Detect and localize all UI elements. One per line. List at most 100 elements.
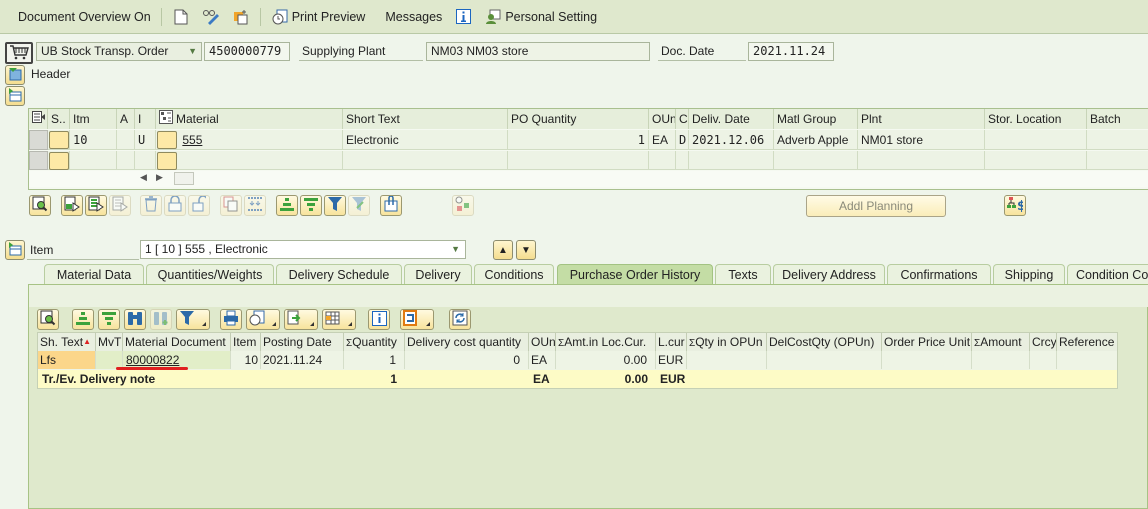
supplying-plant-field[interactable]: NM03 NM03 store [426,42,650,61]
col-header-itm[interactable]: Itm [70,109,117,129]
c-cell[interactable] [676,151,689,170]
info-button[interactable] [448,6,478,28]
sh-text-cell[interactable]: Lfs [38,351,96,369]
itm-cell[interactable] [70,151,117,170]
tab-texts[interactable]: Texts [715,264,771,284]
col-header-quantity[interactable]: ΣQuantity [344,333,405,351]
matl-group-cell[interactable]: Adverb Apple [774,130,858,150]
tab-confirmations[interactable]: Confirmations [887,264,991,284]
account-assignment-button[interactable] [452,195,474,216]
a-cell[interactable] [117,151,135,170]
col-header-stor-location[interactable]: Stor. Location [985,109,1087,129]
history-sort-ascending-button[interactable] [72,309,94,330]
col-header-short-text[interactable]: Short Text [343,109,508,129]
delcostqty-opun-cell[interactable] [767,351,882,369]
cost-hierarchy-button[interactable]: $ [1004,195,1026,216]
oun-cell[interactable]: EA [649,130,676,150]
item-detail-collapse-button[interactable] [5,240,25,260]
history-print-button[interactable] [220,309,242,330]
col-header-po-quantity[interactable]: PO Quantity [508,109,649,129]
status-button[interactable] [49,131,69,149]
history-sort-descending-button[interactable] [98,309,120,330]
deliv-date-cell[interactable] [689,151,774,170]
delivery-cost-quantity-cell[interactable]: 0 [405,351,529,369]
col-header-l-cur[interactable]: L.cur [656,333,687,351]
deliv-date-cell[interactable]: 2021.12.06 [689,130,774,150]
history-info-button[interactable] [368,309,390,330]
col-header-crcy[interactable]: Crcy [1030,333,1057,351]
material-detail-button[interactable] [157,131,177,149]
table-row[interactable]: 10 U 555 Electronic 1 EA D 2021.12.06 Ad… [29,130,1148,150]
tab-shipping[interactable]: Shipping [993,264,1065,284]
material-document-link[interactable]: 80000822 [126,353,179,367]
qty-opun-cell[interactable] [687,351,767,369]
order-price-unit-cell[interactable] [882,351,972,369]
horizontal-scrollbar[interactable]: ◀ ▶ [29,171,1148,187]
document-type-button[interactable] [5,42,33,64]
posting-date-cell[interactable]: 2021.11.24 [261,351,344,369]
history-export-menu[interactable] [284,309,318,330]
col-header-matl-group[interactable]: Matl Group [774,109,858,129]
column-config-icon[interactable] [29,109,48,129]
sort-ascending-button[interactable] [276,195,298,216]
history-views-menu[interactable] [246,309,280,330]
i-cell[interactable]: U [135,130,156,150]
copy-button[interactable] [220,195,242,216]
sort-descending-button[interactable] [300,195,322,216]
scroll-left-icon[interactable]: ◀ [140,172,147,183]
history-grouping-menu[interactable] [400,309,434,330]
print-preview-button[interactable]: Print Preview [265,6,372,28]
tab-delivery[interactable]: Delivery [404,264,472,284]
po-number-field[interactable]: 4500000779 [204,42,290,61]
matl-group-cell[interactable] [774,151,858,170]
amt-loc-cur-cell[interactable]: 0.00 [556,351,656,369]
col-header-posting-date[interactable]: Posting Date [261,333,344,351]
col-header-amt-loc-cur[interactable]: ΣAmt.in Loc.Cur. [556,333,656,351]
i-cell[interactable] [135,151,156,170]
history-details-button[interactable] [37,309,59,330]
tab-material-data[interactable]: Material Data [44,264,144,284]
col-header-i[interactable]: I [135,109,156,129]
col-header-qty-opun[interactable]: ΣQty in OPUn [687,333,767,351]
oun-cell[interactable]: EA [529,351,556,369]
plnt-cell[interactable] [858,151,985,170]
details-button[interactable] [29,195,51,216]
col-header-sh-text[interactable]: Sh. Text▲ [38,333,96,351]
col-header-delcostqty-opun[interactable]: DelCostQty (OPUn) [767,333,882,351]
attachment-button[interactable] [380,195,402,216]
col-header-item[interactable]: Item [231,333,261,351]
select-block-button[interactable] [85,195,107,216]
quantity-cell[interactable]: 1 [344,351,405,369]
short-text-cell[interactable]: Electronic [343,130,508,150]
document-type-select[interactable]: UB Stock Transp. Order ▼ [36,42,202,61]
doc-date-field[interactable]: 2021.11.24 [748,42,834,61]
delete-filter-button[interactable] [348,195,370,216]
document-overview-button[interactable]: Document Overview On [12,6,157,28]
material-detail-button[interactable] [157,152,177,170]
short-text-cell[interactable] [343,151,508,170]
history-layout-menu[interactable] [322,309,356,330]
create-button[interactable] [166,6,196,28]
l-cur-cell[interactable]: EUR [656,351,687,369]
status-button[interactable] [49,152,69,170]
oun-cell[interactable] [649,151,676,170]
col-header-order-price-unit[interactable]: Order Price Unit [882,333,972,351]
batch-cell[interactable] [1087,130,1148,150]
stor-location-cell[interactable] [985,151,1087,170]
lock-button[interactable] [164,195,186,216]
next-item-button[interactable]: ▼ [516,240,536,260]
col-header-oun[interactable]: OUn [529,333,556,351]
col-header-material-document[interactable]: Material Document [123,333,231,351]
addl-planning-button[interactable]: Addl Planning [806,195,946,217]
display-change-button[interactable] [196,6,226,28]
history-refresh-button[interactable] [449,309,471,330]
scroll-right-icon[interactable]: ▶ [156,172,163,183]
history-find-next-button[interactable] [150,309,172,330]
reference-cell[interactable] [1057,351,1117,369]
col-header-delivery-cost-quantity[interactable]: Delivery cost quantity [405,333,529,351]
scroll-thumb[interactable] [174,172,194,185]
history-filter-menu[interactable] [176,309,210,330]
col-header-reference[interactable]: Reference [1057,333,1117,351]
row-selector[interactable] [29,151,48,170]
row-selector[interactable] [29,130,48,150]
